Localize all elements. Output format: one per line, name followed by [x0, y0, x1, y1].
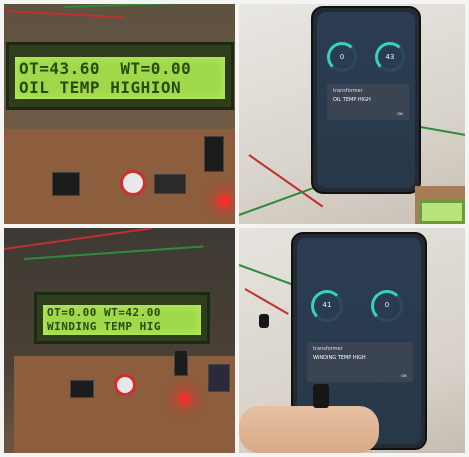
dialog-message: WINDING TEMP HIGH	[313, 355, 366, 361]
potentiometer	[120, 170, 146, 196]
gauge-left: 41	[311, 290, 343, 322]
sensor-module	[52, 172, 80, 196]
photo-lcd-winding-temp: OT=0.00 WT=42.00 WINDING TEMP HIG	[4, 228, 235, 453]
lcd-line-1: OT=43.60 WT=0.00	[19, 59, 192, 78]
app-bar	[317, 23, 415, 35]
hand	[239, 406, 379, 453]
lcd-screen: OT=43.60 WT=0.00 OIL TEMP HIGHION	[15, 57, 225, 99]
photo-phone-winding-alert: 41 0 transformer WINDING TEMP HIGH OK	[239, 228, 465, 453]
ic-chip	[204, 136, 224, 172]
dialog-message: OIL TEMP HIGH	[333, 97, 371, 103]
relay	[208, 364, 230, 392]
lcd-module: OT=43.60 WT=0.00 OIL TEMP HIGHION	[6, 42, 234, 110]
red-led	[180, 394, 189, 403]
sensor-module	[70, 380, 94, 398]
dialog-ok-button[interactable]: OK	[401, 373, 407, 378]
lcd-module-edge	[419, 200, 465, 224]
phone-screen: 0 43 transformer OIL TEMP HIGH OK	[317, 12, 415, 188]
lcd-line-2: WINDING TEMP HIG	[47, 320, 161, 333]
circuit-board	[4, 129, 235, 224]
dialog-title: transformer	[313, 346, 343, 352]
relay	[154, 174, 186, 194]
gauge-left: 0	[327, 42, 357, 72]
wire-red	[4, 10, 124, 19]
wire-red	[244, 288, 289, 315]
smartphone: 0 43 transformer OIL TEMP HIGH OK	[311, 6, 421, 194]
wire-green	[23, 245, 204, 260]
potentiometer	[114, 374, 136, 396]
dialog-title: transformer	[333, 88, 363, 94]
dialog-ok-button[interactable]: OK	[397, 111, 403, 116]
lcd-module: OT=0.00 WT=42.00 WINDING TEMP HIG	[34, 292, 210, 344]
wire-green	[239, 264, 296, 287]
temperature-sensor	[259, 314, 269, 328]
app-bar	[297, 249, 421, 261]
temperature-sensor-in-hand	[313, 384, 329, 408]
gauge-right: 0	[371, 290, 403, 322]
wire-red	[4, 228, 153, 250]
alert-dialog: transformer WINDING TEMP HIGH OK	[307, 342, 413, 382]
gauge-right: 43	[375, 42, 405, 72]
lcd-line-1: OT=0.00 WT=42.00	[47, 306, 161, 319]
lcd-line-2: OIL TEMP HIGHION	[19, 78, 182, 97]
photo-lcd-oil-temp: OT=43.60 WT=0.00 OIL TEMP HIGHION	[4, 4, 235, 224]
lcd-screen: OT=0.00 WT=42.00 WINDING TEMP HIG	[43, 305, 201, 335]
photo-phone-oil-alert: 0 43 transformer OIL TEMP HIGH OK	[239, 4, 465, 224]
red-led	[219, 196, 229, 206]
ic-chip	[174, 350, 188, 376]
circuit-board	[14, 356, 235, 453]
alert-dialog: transformer OIL TEMP HIGH OK	[327, 84, 409, 120]
wire-green	[63, 4, 234, 8]
